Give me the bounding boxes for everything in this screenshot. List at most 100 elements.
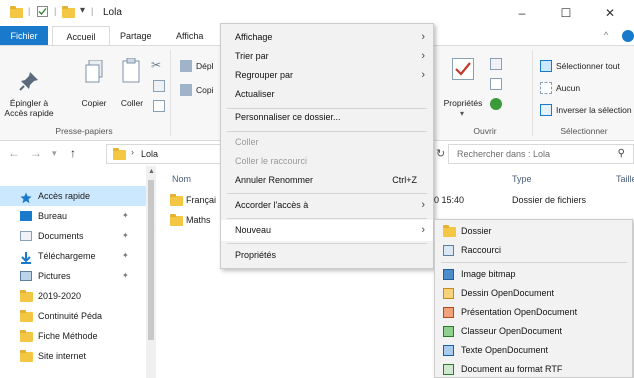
submenu-item-texte[interactable]: Texte OpenDocument [435,341,632,360]
paste-label[interactable]: Coller [116,98,148,108]
submenu-item-classeur[interactable]: Classeur OpenDocument [435,322,632,341]
menu-item-label: Propriétés [235,250,277,260]
select-all-label[interactable]: Sélectionner tout [556,61,620,71]
maximize-button[interactable]: ☐ [544,0,588,26]
history-icon[interactable] [490,98,502,110]
desktop-icon [20,211,32,221]
up-button[interactable]: ↑ [70,146,76,160]
ribbon-separator [532,50,533,136]
submenu-item-dossier[interactable]: Dossier [435,222,632,241]
tab-affichage[interactable]: Afficha [168,26,211,46]
submenu-label: Image bitmap [461,269,516,279]
edit-icon[interactable] [490,78,502,90]
submenu-item-presentation[interactable]: Présentation OpenDocument [435,303,632,322]
pin-icon[interactable]: ✦ [122,266,129,286]
nav-item-telechargements[interactable]: Téléchargeme ✦ [0,246,156,266]
search-icon[interactable]: ⚲ [618,148,625,159]
copy-icon[interactable] [85,59,103,84]
copy-label[interactable]: Copier [78,98,110,108]
select-none-icon[interactable] [540,82,552,94]
nav-item-quick-access[interactable]: Accès rapide [0,186,156,206]
properties-dropdown-icon[interactable]: ▾ [460,109,464,118]
collapse-ribbon-icon[interactable]: ^ [604,30,608,40]
close-button[interactable]: ✕ [588,0,632,26]
pin-label-2[interactable]: Accès rapide [0,108,58,118]
submenu-item-raccourci[interactable]: Raccourci [435,241,632,260]
menu-item-label: Trier par [235,51,269,61]
copy-path-icon[interactable] [153,80,165,92]
submenu-item-rtf[interactable]: Document au format RTF [435,360,632,378]
menu-item-personnaliser[interactable]: Personnaliser ce dossier... [221,107,433,128]
nav-item-2019-2020[interactable]: 2019-2020 [0,286,156,306]
recent-dropdown-icon[interactable]: ▾ [52,148,57,159]
nav-item-documents[interactable]: Documents ✦ [0,226,156,246]
menu-item-trier-par[interactable]: Trier par › [221,46,433,67]
nav-label: Fiche Méthode [38,331,98,341]
nav-item-fiche-methode[interactable]: Fiche Méthode [0,326,156,346]
properties-label[interactable]: Propriétés [440,98,486,108]
submenu-item-image-bitmap[interactable]: Image bitmap [435,265,632,284]
navigation-pane: Accès rapide Bureau ✦ Documents ✦ Téléch… [0,166,156,378]
copy-to-label[interactable]: Copi [196,85,213,95]
menu-item-affichage[interactable]: Affichage › [221,27,433,48]
qa-separator: | [28,6,31,16]
chevron-right-icon: › [421,199,425,211]
search-input[interactable]: Rechercher dans : Lola [457,149,550,159]
properties-check-icon[interactable] [37,6,48,17]
scroll-up-icon[interactable]: ▲ [148,168,155,175]
paste-icon[interactable] [122,57,142,84]
forward-button[interactable]: → [30,146,42,160]
pin-icon[interactable]: ✦ [122,226,129,246]
nav-item-bureau[interactable]: Bureau ✦ [0,206,156,226]
back-button[interactable]: ← [8,146,20,160]
submenu-label: Dessin OpenDocument [461,288,555,298]
column-header-name[interactable]: Nom [172,174,191,184]
minimize-button[interactable]: – [500,0,544,26]
menu-item-actualiser[interactable]: Actualiser [221,84,433,105]
menu-item-accorder-acces[interactable]: Accorder l'accès à › [221,195,433,216]
open-icon[interactable] [490,58,502,70]
folder-icon [20,310,33,322]
search-box[interactable]: Rechercher dans : Lola ⚲ [448,144,634,164]
copy-to-icon[interactable] [180,84,192,96]
nav-scrollbar[interactable]: ▲ [146,166,156,378]
select-all-icon[interactable] [540,60,552,72]
nav-item-pictures[interactable]: Pictures ✦ [0,266,156,286]
move-icon[interactable] [180,60,192,72]
chevron-right-icon: › [421,224,425,236]
pin-icon[interactable]: ✦ [122,206,129,226]
cut-icon[interactable]: ✂ [151,58,161,72]
breadcrumb-lola[interactable]: Lola [141,149,158,159]
help-icon[interactable] [622,30,634,42]
qa-separator: | [91,6,94,16]
pin-icon[interactable]: ✦ [122,246,129,266]
column-header-size[interactable]: Taille [616,174,634,184]
menu-item-nouveau[interactable]: Nouveau › [221,220,433,241]
select-none-label[interactable]: Aucun [556,83,580,93]
select-group-label: Sélectionner [560,126,608,136]
pin-label[interactable]: Épingler à [0,98,58,108]
submenu-label: Raccourci [461,245,502,255]
column-header-type[interactable]: Type [512,174,532,184]
scroll-thumb[interactable] [148,180,154,340]
menu-item-annuler-renommer[interactable]: Annuler Renommer Ctrl+Z [221,170,433,191]
tab-partage[interactable]: Partage [112,26,160,46]
qa-dropdown-icon[interactable]: ▾ [80,5,85,16]
tab-fichier[interactable]: Fichier [0,26,48,46]
paste-shortcut-icon[interactable] [153,100,165,112]
submenu-item-dessin[interactable]: Dessin OpenDocument [435,284,632,303]
properties-icon[interactable] [452,58,474,80]
invert-selection-icon[interactable] [540,104,552,116]
pin-icon[interactable] [18,70,40,92]
shortcut-label: Ctrl+Z [392,175,417,185]
menu-item-regrouper-par[interactable]: Regrouper par › [221,65,433,86]
tab-accueil[interactable]: Accueil [52,26,110,46]
nav-item-site-internet[interactable]: Site internet [0,346,156,366]
breadcrumb-separator: › [131,147,134,157]
menu-item-proprietes[interactable]: Propriétés [221,245,433,266]
invert-selection-label[interactable]: Inverser la sélection [556,105,632,115]
nav-item-continuite[interactable]: Continuité Péda [0,306,156,326]
nav-label: Documents [38,231,84,241]
move-label[interactable]: Dépl [196,61,213,71]
refresh-button[interactable]: ↻ [436,147,445,160]
